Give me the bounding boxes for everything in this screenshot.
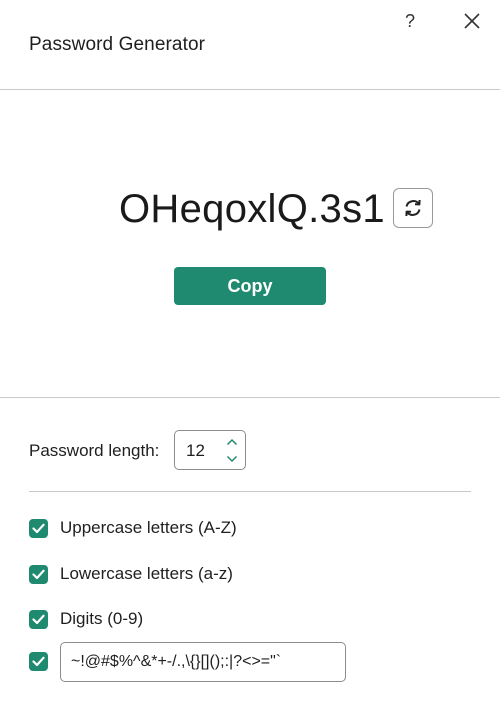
help-button[interactable]: ? — [397, 8, 423, 34]
checkmark-icon — [32, 614, 45, 624]
uppercase-label: Uppercase letters (A-Z) — [60, 518, 237, 537]
dialog-header: Password Generator ? — [0, 0, 500, 90]
password-length-value[interactable]: 12 — [186, 441, 205, 461]
chevron-down-icon — [226, 455, 238, 463]
option-lowercase: Lowercase letters (a-z) — [29, 562, 233, 586]
section-divider — [0, 397, 500, 398]
password-row: OHeqoxlQ.3s1 — [0, 183, 500, 237]
question-icon: ? — [404, 10, 415, 31]
checkmark-icon — [32, 523, 45, 533]
option-digits: Digits (0-9) — [29, 607, 143, 631]
lowercase-label: Lowercase letters (a-z) — [60, 564, 233, 583]
dialog-title: Password Generator — [29, 34, 206, 55]
options-divider — [29, 491, 471, 492]
digits-label: Digits (0-9) — [60, 609, 144, 628]
checkmark-icon — [32, 569, 45, 579]
option-uppercase: Uppercase letters (A-Z) — [29, 516, 237, 540]
symbols-checkbox[interactable] — [29, 651, 48, 671]
refresh-icon — [405, 199, 421, 217]
copy-button[interactable]: Copy — [174, 267, 326, 305]
decrement-button[interactable] — [225, 453, 239, 465]
regenerate-button[interactable] — [393, 188, 433, 228]
generated-password: OHeqoxlQ.3s1 — [119, 187, 385, 231]
password-length-stepper[interactable]: 12 — [174, 430, 246, 470]
option-symbols — [29, 649, 48, 673]
password-length-label: Password length: — [29, 441, 160, 460]
lowercase-checkbox[interactable] — [29, 564, 48, 584]
symbols-input[interactable] — [60, 642, 346, 682]
close-icon — [464, 13, 480, 29]
chevron-up-icon — [226, 438, 238, 446]
uppercase-checkbox[interactable] — [29, 518, 48, 538]
digits-checkbox[interactable] — [29, 609, 48, 629]
header-divider — [0, 89, 500, 90]
increment-button[interactable] — [225, 436, 239, 448]
close-button[interactable] — [459, 8, 485, 34]
checkmark-icon — [32, 656, 45, 666]
